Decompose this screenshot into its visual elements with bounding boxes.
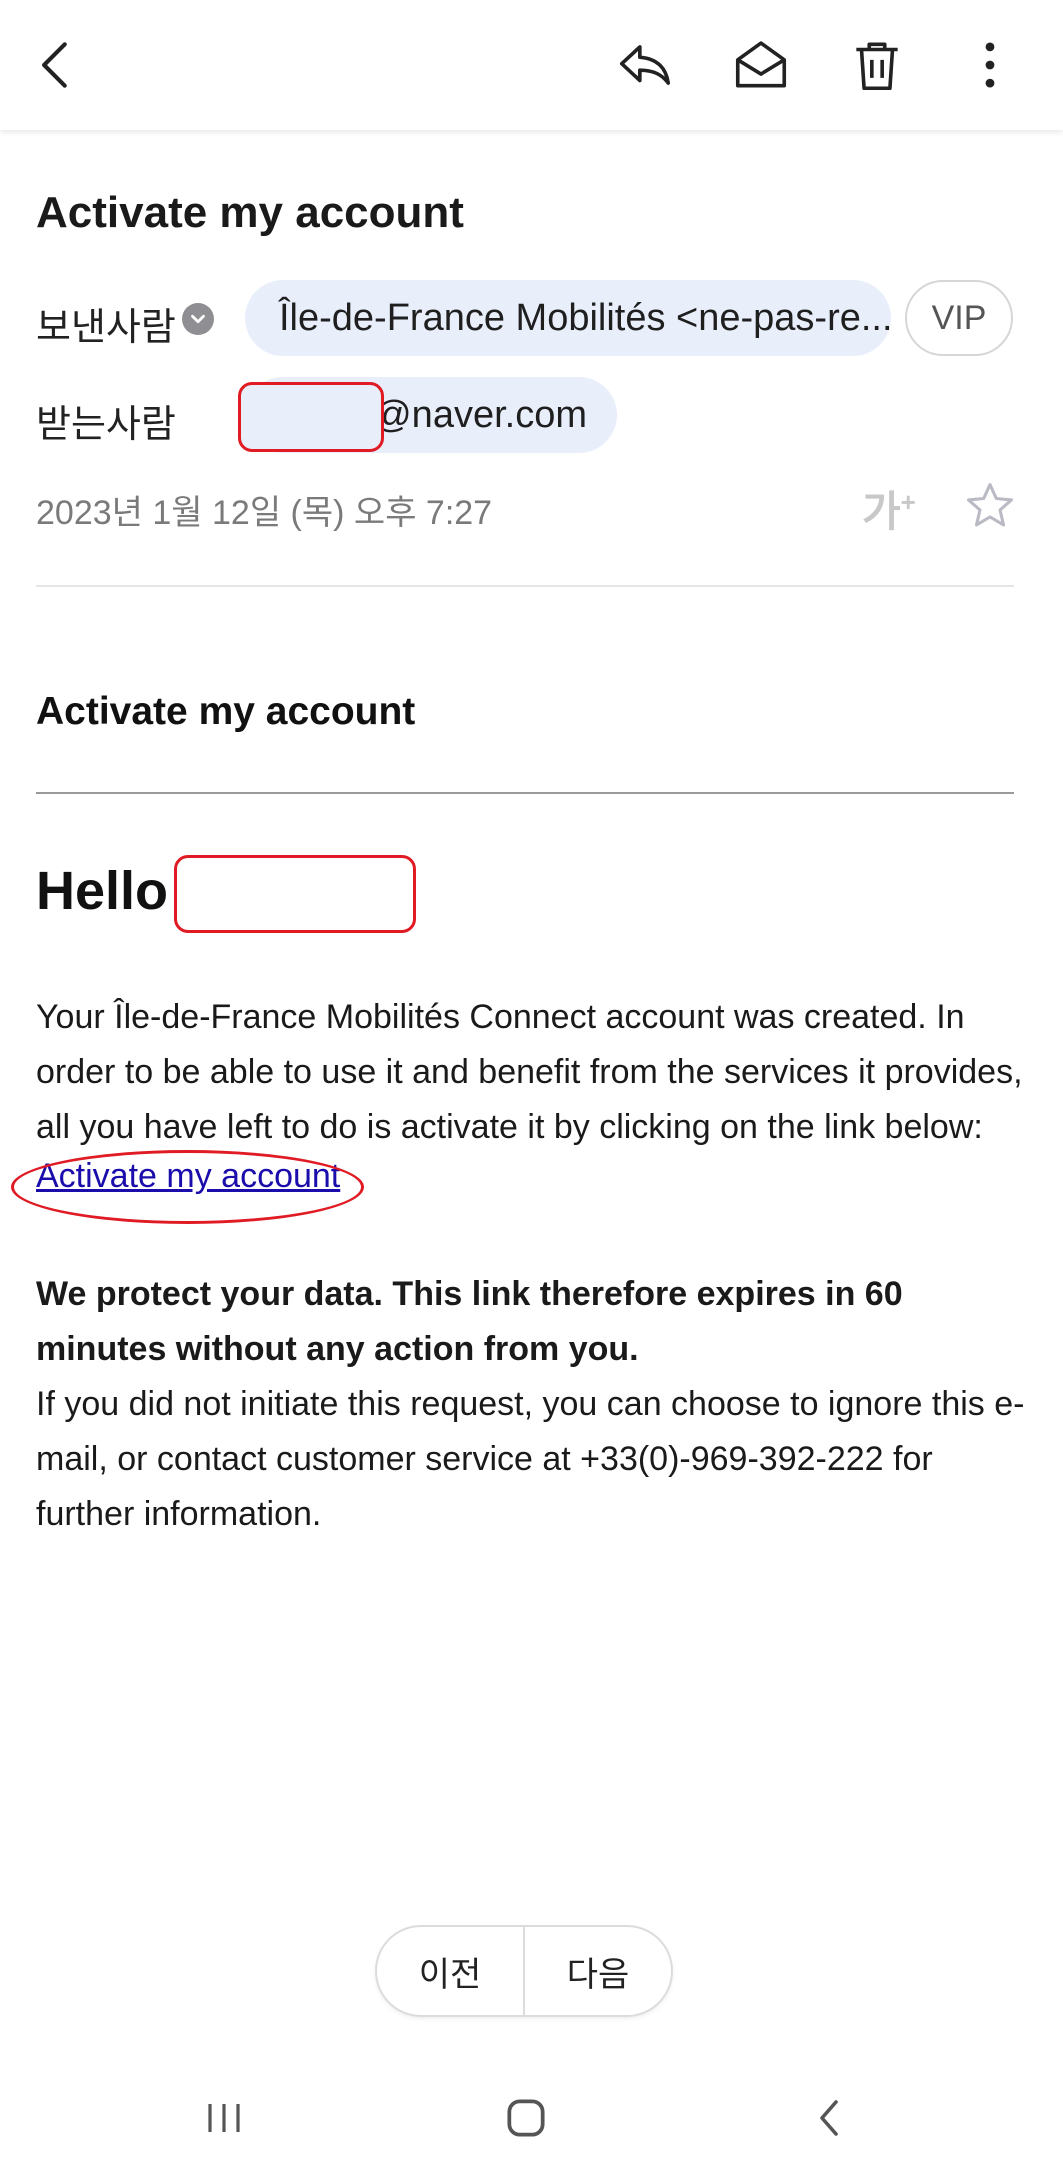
reply-icon[interactable] — [610, 30, 680, 100]
open-envelope-icon[interactable] — [726, 30, 796, 100]
sender-address: Île-de-France Mobilités <ne-pas-re... — [279, 296, 891, 339]
recipient-label: 받는사람 — [36, 404, 176, 446]
home-icon[interactable] — [486, 2078, 566, 2158]
next-message-button[interactable]: 다음 — [525, 1927, 671, 2015]
message-pager: 이전 다음 — [375, 1925, 673, 2017]
recipient-domain: @naver.com — [373, 393, 587, 436]
system-navigation-bar — [0, 2060, 1063, 2175]
greeting: Hello — [36, 861, 169, 921]
redacted-recipient-name — [238, 382, 384, 452]
font-size-icon[interactable]: 가+ — [862, 478, 916, 539]
redacted-user-name — [174, 855, 416, 933]
sender-chip[interactable]: Île-de-France Mobilités <ne-pas-re... — [245, 280, 891, 356]
back-arrow-icon[interactable] — [22, 30, 92, 100]
trash-icon[interactable] — [842, 30, 912, 100]
body-paragraph: Your Île-de-France Mobilités Connect acc… — [36, 998, 1023, 1146]
body-title: Activate my account — [36, 690, 416, 733]
highlight-circle — [11, 1150, 364, 1224]
top-toolbar — [0, 0, 1063, 130]
chevron-down-icon[interactable] — [182, 303, 214, 335]
email-date: 2023년 1월 12일 (목) 오후 7:27 — [36, 494, 493, 532]
email-subject: Activate my account — [36, 188, 464, 237]
vip-button[interactable]: VIP — [905, 280, 1013, 356]
security-note-bold: We protect your data. This link therefor… — [36, 1275, 903, 1368]
system-back-icon[interactable] — [790, 2078, 870, 2158]
recent-apps-icon[interactable] — [184, 2078, 264, 2158]
more-vertical-icon[interactable] — [955, 30, 1025, 100]
security-note: We protect your data. This link therefor… — [36, 1267, 1026, 1542]
header-divider — [36, 585, 1014, 587]
body-divider — [36, 792, 1014, 794]
previous-message-button[interactable]: 이전 — [377, 1927, 523, 2015]
sender-label: 보낸사람 — [36, 307, 176, 349]
ignore-note: If you did not initiate this request, yo… — [36, 1385, 1025, 1533]
star-icon[interactable] — [962, 478, 1018, 534]
